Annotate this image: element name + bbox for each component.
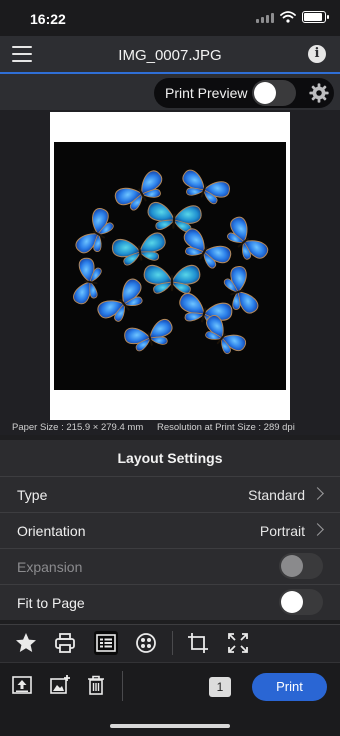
butterfly-photo <box>54 142 286 390</box>
info-icon[interactable]: i <box>308 45 326 63</box>
signal-icon <box>256 12 274 23</box>
status-time: 16:22 <box>30 11 66 27</box>
toolbar-divider <box>172 631 173 655</box>
fit-to-page-toggle[interactable] <box>279 589 323 615</box>
print-preview-label: Print Preview <box>165 85 248 101</box>
setting-row-type[interactable]: Type Standard <box>0 476 340 512</box>
page-title: IMG_0007.JPG <box>118 47 222 64</box>
print-button[interactable]: Print <box>252 673 327 701</box>
battery-icon <box>302 11 329 23</box>
setting-label: Expansion <box>17 559 83 575</box>
setting-label: Orientation <box>17 523 86 539</box>
add-photo-icon[interactable] <box>48 673 72 697</box>
chevron-right-icon <box>311 487 324 500</box>
print-preview-toggle[interactable] <box>252 80 296 106</box>
status-icons <box>256 11 329 23</box>
preview-area <box>0 110 340 435</box>
home-area <box>0 708 340 736</box>
printer-icon[interactable] <box>53 631 77 655</box>
trash-icon[interactable] <box>84 673 108 697</box>
layout-settings-title: Layout Settings <box>117 450 223 466</box>
setting-value: Portrait <box>259 523 305 539</box>
paper-preview <box>50 112 290 420</box>
setting-label: Fit to Page <box>17 595 85 611</box>
status-bar: 16:22 <box>0 0 340 36</box>
setting-value: Standard <box>248 487 305 503</box>
paper-size-text: Paper Size : 215.9 × 279.4 mm <box>12 422 144 433</box>
setting-row-expansion: Expansion <box>0 548 340 584</box>
color-palette-icon[interactable] <box>134 631 158 655</box>
setting-row-fit-to-page: Fit to Page <box>0 584 340 620</box>
layout-settings-icon[interactable] <box>94 631 118 655</box>
setting-label: Type <box>17 487 48 503</box>
expand-icon[interactable] <box>226 631 250 655</box>
edit-toolbar <box>0 624 340 662</box>
upload-icon[interactable] <box>10 673 34 697</box>
print-preview-control: Print Preview <box>154 78 334 108</box>
crop-icon[interactable] <box>186 631 210 655</box>
gear-icon[interactable] <box>308 82 330 104</box>
bottom-bar: 1 Print <box>0 662 340 708</box>
preview-strip: Print Preview <box>0 74 340 110</box>
resolution-text: Resolution at Print Size : 289 dpi <box>157 422 295 433</box>
layout-settings-header: Layout Settings <box>0 440 340 476</box>
star-icon[interactable] <box>14 631 38 655</box>
nav-bar: IMG_0007.JPG i <box>0 36 340 74</box>
bottom-bar-divider <box>122 671 123 701</box>
wifi-icon <box>280 11 296 23</box>
butterfly-image <box>72 167 272 361</box>
expansion-toggle <box>279 553 323 579</box>
home-indicator[interactable] <box>110 724 230 728</box>
copies-count[interactable]: 1 <box>209 677 231 697</box>
setting-row-orientation[interactable]: Orientation Portrait <box>0 512 340 548</box>
chevron-right-icon <box>311 523 324 536</box>
